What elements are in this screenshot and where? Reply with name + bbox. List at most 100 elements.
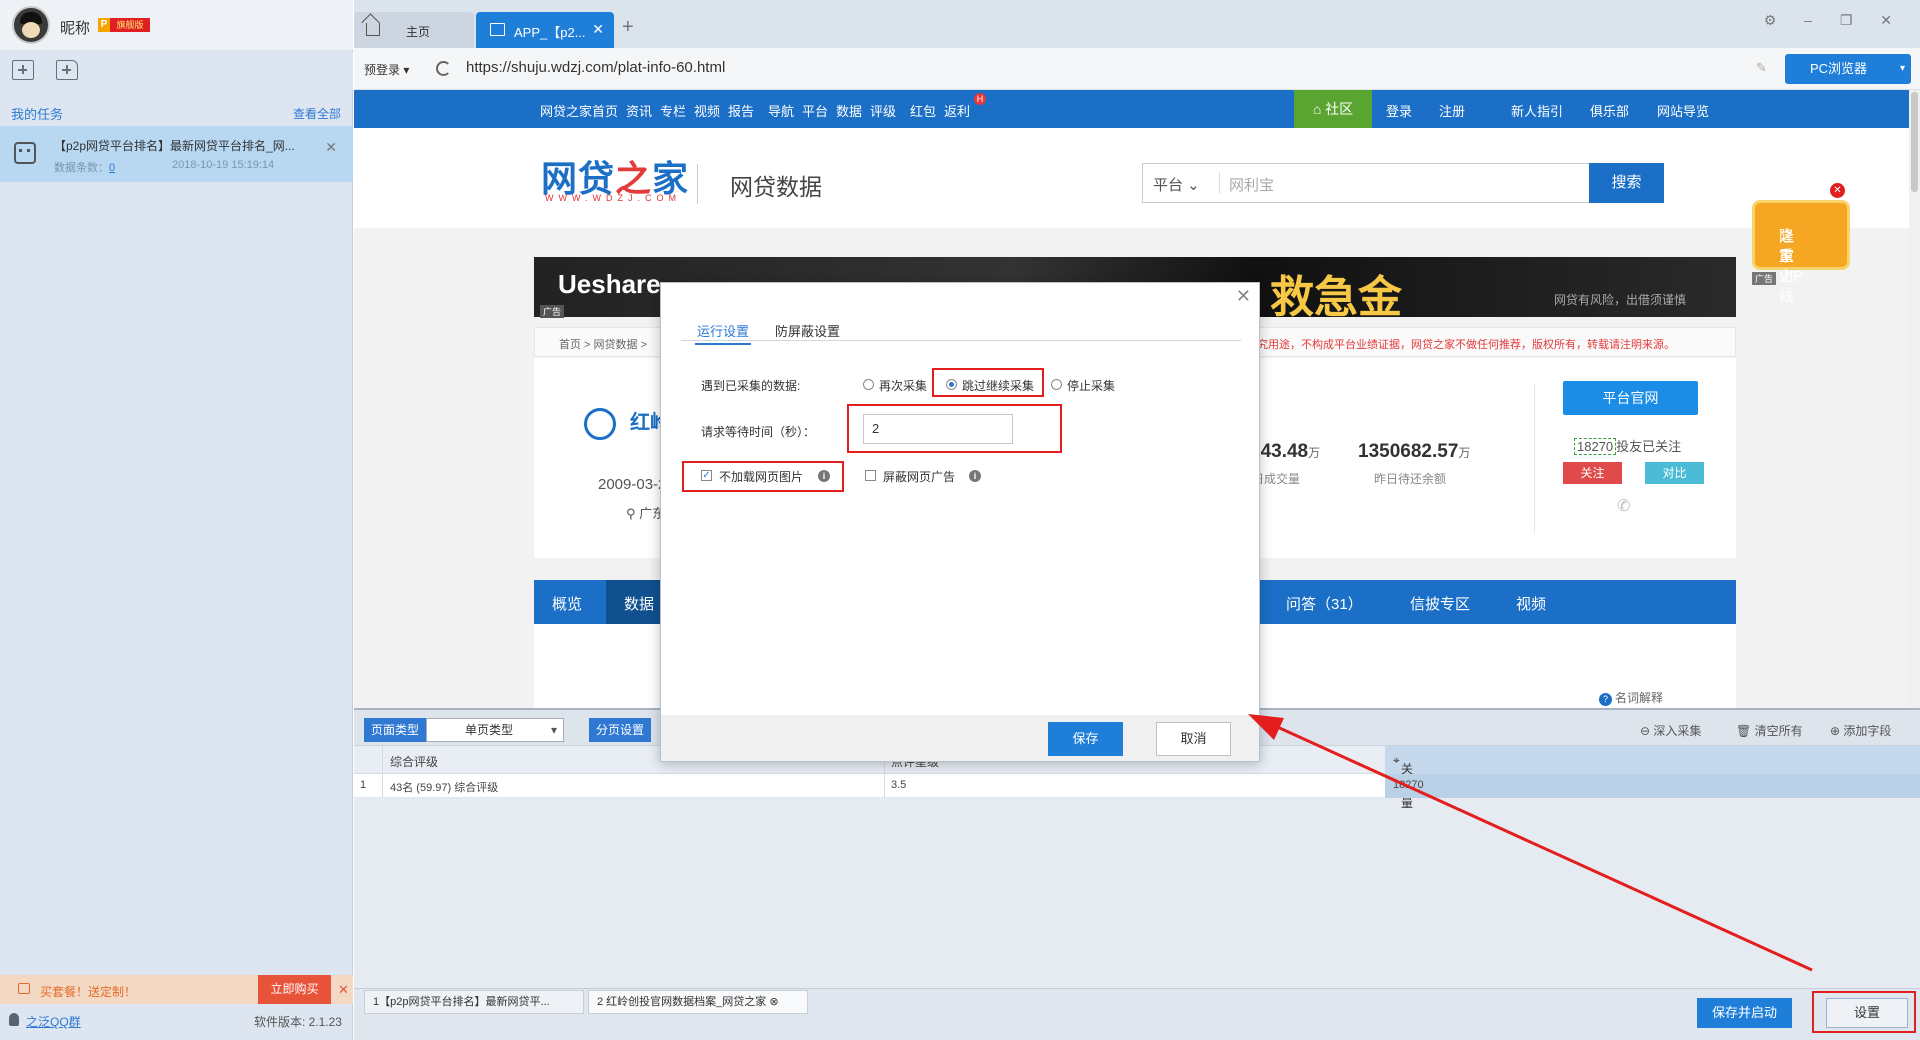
breadcrumb-text[interactable]: 首页 > 网贷数据 > xyxy=(559,336,647,352)
pc-browser-button[interactable]: PC浏览器 ▾ xyxy=(1785,54,1911,84)
close-icon[interactable]: ✕ xyxy=(338,982,349,998)
collected-data-label: 遇到已采集的数据: xyxy=(701,379,801,393)
task-name: 【p2p网贷平台排名】最新网贷平台排名_网... xyxy=(54,139,295,153)
block-ads-checkbox[interactable] xyxy=(865,470,876,481)
new-task-icon[interactable] xyxy=(12,60,34,80)
window-controls[interactable]: ⚙ – ❐ ✕ xyxy=(1764,12,1904,29)
compare-button[interactable]: 对比 xyxy=(1645,462,1704,484)
tab-anti-block[interactable]: 防屏蔽设置 xyxy=(775,321,840,340)
search-input[interactable]: 网利宝 xyxy=(1229,174,1274,195)
address-bar: 预登录 ▾ https://shuju.wdzj.com/plat-info-6… xyxy=(354,48,1920,90)
option-recollect[interactable]: 再次采集 xyxy=(879,377,927,394)
option-stop[interactable]: 停止采集 xyxy=(1067,377,1115,394)
ad-slogan: 救急金 xyxy=(1270,273,1402,322)
column-header-selected[interactable]: ⌖ 关注量 xyxy=(1385,746,1920,810)
add-field-button[interactable]: ⊕ 添加字段 xyxy=(1830,722,1891,739)
task-list-item[interactable]: 【p2p网贷平台排名】最新网贷平台排名_网... 数据条数：0 2018-10-… xyxy=(0,126,353,182)
search-button[interactable]: 搜索 xyxy=(1589,163,1664,203)
table-cell[interactable]: 3.5 xyxy=(891,779,906,791)
nav-item[interactable]: 俱乐部 xyxy=(1590,101,1629,120)
phone-icon[interactable]: ✆ xyxy=(1617,496,1630,516)
new-folder-icon[interactable] xyxy=(56,60,78,80)
platform-date: 2009-03-2 xyxy=(598,476,667,493)
site-nav: 网贷之家首页 资讯 专栏 视频 报告 导航 平台 数据 评级 红包 返利 H 社… xyxy=(354,90,1909,128)
radio-recollect[interactable] xyxy=(863,379,874,390)
pc-browser-label: PC浏览器 xyxy=(1810,61,1868,76)
tab-disclosure[interactable]: 信披专区 xyxy=(1410,593,1470,614)
official-site-button[interactable]: 平台官网 xyxy=(1563,381,1698,415)
term-explanation-link[interactable]: 名词解释 xyxy=(1599,689,1663,706)
nav-item[interactable]: 导航 xyxy=(768,101,794,120)
view-all-link[interactable]: 查看全部 xyxy=(293,105,341,122)
tab-overview[interactable]: 概览 xyxy=(552,593,582,614)
browser-tab-bar: 主页 APP_【p2... ✕ + ⚙ – ❐ ✕ xyxy=(354,0,1920,48)
avatar[interactable] xyxy=(12,6,50,44)
radio-stop[interactable] xyxy=(1051,379,1062,390)
follow-button[interactable]: 关注 xyxy=(1563,462,1622,484)
nav-item[interactable]: 视频 xyxy=(694,101,720,120)
search-category-select[interactable]: 平台 ⌄ xyxy=(1153,174,1200,195)
tab-data[interactable]: 数据 xyxy=(624,593,654,614)
close-icon[interactable]: ✕ xyxy=(1830,183,1845,198)
site-header: 网贷之家 WWW.WDZJ.COM 网贷数据 平台 ⌄ 网利宝 搜索 xyxy=(354,128,1909,228)
clear-all-button[interactable]: 🗑 清空所有 xyxy=(1736,722,1803,739)
table-row[interactable]: 1 43名 (59.97) 综合评级 3.5 18270 xyxy=(354,774,1920,798)
vip-float-ad[interactable]: 之家VIP 隆重上线 xyxy=(1752,200,1850,305)
tab-video[interactable]: 视频 xyxy=(1516,593,1546,614)
nav-item[interactable]: 新人指引 xyxy=(1511,101,1563,120)
nickname[interactable]: 昵称 xyxy=(60,17,90,38)
close-icon[interactable]: ✕ xyxy=(592,21,604,38)
url-field[interactable]: https://shuju.wdzj.com/plat-info-60.html xyxy=(466,59,725,76)
nav-item[interactable]: 专栏 xyxy=(660,101,686,120)
close-icon[interactable]: ✕ xyxy=(1236,286,1251,307)
info-icon[interactable]: i xyxy=(969,470,981,482)
save-and-start-button[interactable]: 保存并启动 xyxy=(1697,998,1792,1028)
dialog-save-button[interactable]: 保存 xyxy=(1048,722,1123,756)
nav-login[interactable]: 登录 xyxy=(1386,101,1412,120)
page-icon xyxy=(490,23,505,36)
table-cell[interactable]: 43名 (59.97) 综合评级 xyxy=(390,779,498,795)
refresh-icon[interactable] xyxy=(436,61,451,76)
page-scrollbar[interactable] xyxy=(1909,90,1920,708)
page-tab-active[interactable]: 2 红岭创投官网数据档案_网贷之家 ⊗ xyxy=(588,990,808,1014)
chevron-down-icon[interactable]: ▾ xyxy=(1900,54,1905,84)
wait-time-label: 请求等待时间（秒）： xyxy=(701,425,816,439)
nav-item[interactable]: 返利 xyxy=(944,101,970,120)
prelogin-dropdown[interactable]: 预登录 ▾ xyxy=(364,61,409,78)
search-box[interactable]: 平台 ⌄ 网利宝 xyxy=(1142,163,1590,203)
table-cell-selected[interactable]: 18270 xyxy=(1385,774,1920,798)
tab-app[interactable]: APP_【p2... ✕ xyxy=(476,12,614,48)
scrollbar-thumb[interactable] xyxy=(1911,92,1918,192)
nav-item[interactable]: 平台 xyxy=(802,101,828,120)
close-icon[interactable]: ✕ xyxy=(325,139,337,156)
settings-dialog: ✕ 运行设置 防屏蔽设置 遇到已采集的数据: 再次采集 跳过继续采集 停止采集 … xyxy=(660,282,1260,762)
deep-collect-button[interactable]: ⊖ 深入采集 xyxy=(1640,722,1701,739)
nav-item[interactable]: 红包 xyxy=(910,101,936,120)
nav-community[interactable]: 社区 xyxy=(1294,90,1372,128)
paging-settings-button[interactable]: 分页设置 xyxy=(589,718,651,742)
edit-icon[interactable]: ✎ xyxy=(1756,60,1767,76)
nav-item[interactable]: 网贷之家首页 xyxy=(540,101,618,120)
dialog-cancel-button[interactable]: 取消 xyxy=(1156,722,1231,756)
tab-home[interactable]: 主页 xyxy=(354,12,474,48)
home-icon xyxy=(366,23,380,36)
task-count-value[interactable]: 0 xyxy=(109,162,115,174)
nav-item[interactable]: 网站导览 xyxy=(1657,101,1709,120)
add-tab-icon[interactable]: + xyxy=(622,16,634,39)
nav-register[interactable]: 注册 xyxy=(1439,101,1465,120)
block-ads-label[interactable]: 屏蔽网页广告 xyxy=(883,468,955,485)
column-header[interactable]: 综合评级 xyxy=(390,753,438,770)
nav-item[interactable]: 资讯 xyxy=(626,101,652,120)
nav-item[interactable]: 报告 xyxy=(728,101,754,120)
tab-qa[interactable]: 问答（31） xyxy=(1286,593,1363,614)
page-type-label: 页面类型 xyxy=(364,718,426,742)
speaker-icon xyxy=(18,983,30,994)
nav-item[interactable]: 评级 xyxy=(870,101,896,120)
buy-now-button[interactable]: 立即购买 xyxy=(258,975,331,1004)
nav-item[interactable]: 数据 xyxy=(836,101,862,120)
vip-letter-badge: P xyxy=(98,18,110,32)
tab-run-settings[interactable]: 运行设置 xyxy=(695,321,752,345)
page-tab[interactable]: 1【p2p网贷平台排名】最新网贷平... xyxy=(364,990,584,1014)
qq-group-link[interactable]: 之泛QQ群 xyxy=(26,1013,81,1030)
page-type-select[interactable]: 单页类型 xyxy=(426,718,564,742)
